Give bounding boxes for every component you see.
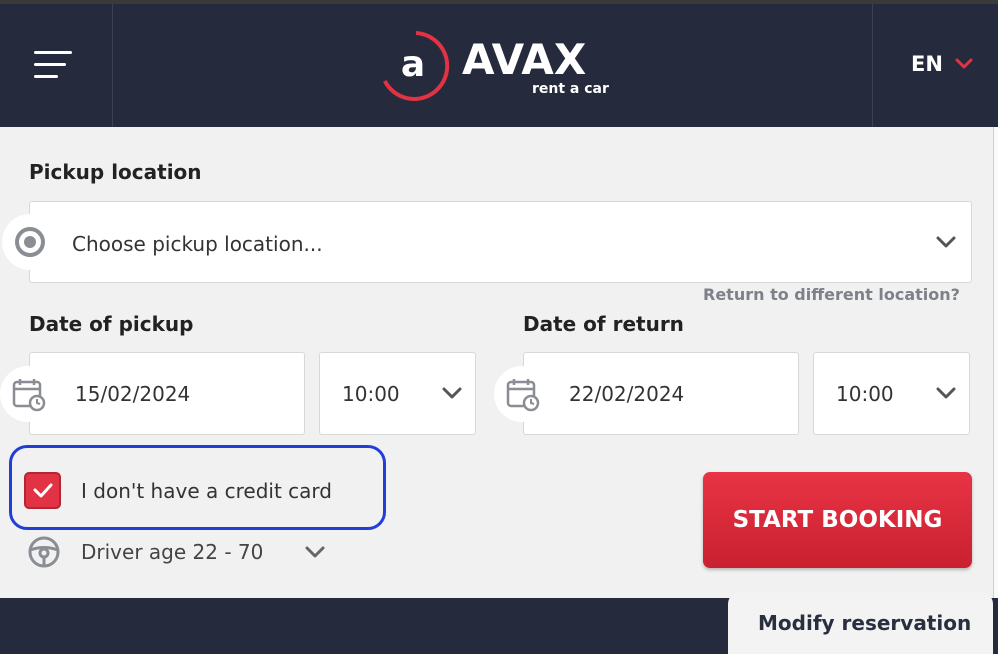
return-time-select[interactable]: 10:00 xyxy=(813,352,970,435)
brand-name: AVAX xyxy=(462,35,586,84)
chevron-down-icon[interactable] xyxy=(305,546,325,560)
calendar-clock-icon xyxy=(506,379,540,412)
return-different-location-link[interactable]: Return to different location? xyxy=(703,285,960,304)
driver-age-select[interactable]: Driver age 22 - 70 xyxy=(81,540,263,564)
language-code: EN xyxy=(911,52,943,76)
logo-letter: a xyxy=(401,44,425,85)
chevron-down-icon xyxy=(955,58,973,69)
checkmark-icon xyxy=(33,483,53,498)
calendar-clock-icon xyxy=(12,379,46,412)
pickup-date-value: 15/02/2024 xyxy=(75,382,191,406)
page-edge xyxy=(993,127,998,654)
chevron-down-icon xyxy=(936,387,956,399)
top-header: a AVAX rent a car EN xyxy=(0,0,998,127)
modify-reservation-label: Modify reservation xyxy=(758,611,972,635)
return-date-field[interactable]: 22/02/2024 xyxy=(523,352,799,435)
location-icon-bubble xyxy=(2,214,58,270)
steering-wheel-icon xyxy=(28,536,60,568)
date-of-pickup-label: Date of pickup xyxy=(29,312,194,336)
pickup-date-field[interactable]: 15/02/2024 xyxy=(29,352,305,435)
pickup-location-placeholder: Choose pickup location... xyxy=(72,232,323,256)
hamburger-icon xyxy=(34,51,72,54)
date-of-return-label: Date of return xyxy=(523,312,684,336)
hamburger-menu-button[interactable] xyxy=(0,4,113,127)
calendar-icon-bubble xyxy=(0,366,56,422)
chevron-down-icon xyxy=(442,387,462,399)
pickup-location-label: Pickup location xyxy=(29,160,202,184)
pickup-time-value: 10:00 xyxy=(342,382,400,406)
location-target-icon xyxy=(15,227,45,257)
pickup-location-select[interactable]: Choose pickup location... xyxy=(29,201,972,283)
start-booking-button[interactable]: START BOOKING xyxy=(703,472,972,568)
pickup-time-select[interactable]: 10:00 xyxy=(319,352,476,435)
no-credit-card-checkbox[interactable] xyxy=(24,472,61,509)
modify-reservation-tab[interactable]: Modify reservation xyxy=(728,592,993,654)
calendar-icon-bubble xyxy=(494,366,550,422)
no-credit-card-label[interactable]: I don't have a credit card xyxy=(81,479,332,503)
language-selector[interactable]: EN xyxy=(872,4,998,127)
return-date-value: 22/02/2024 xyxy=(569,382,685,406)
chevron-down-icon xyxy=(936,236,956,248)
avax-logo[interactable]: a AVAX rent a car xyxy=(378,28,618,108)
brand-tagline: rent a car xyxy=(532,81,609,97)
return-time-value: 10:00 xyxy=(836,382,894,406)
